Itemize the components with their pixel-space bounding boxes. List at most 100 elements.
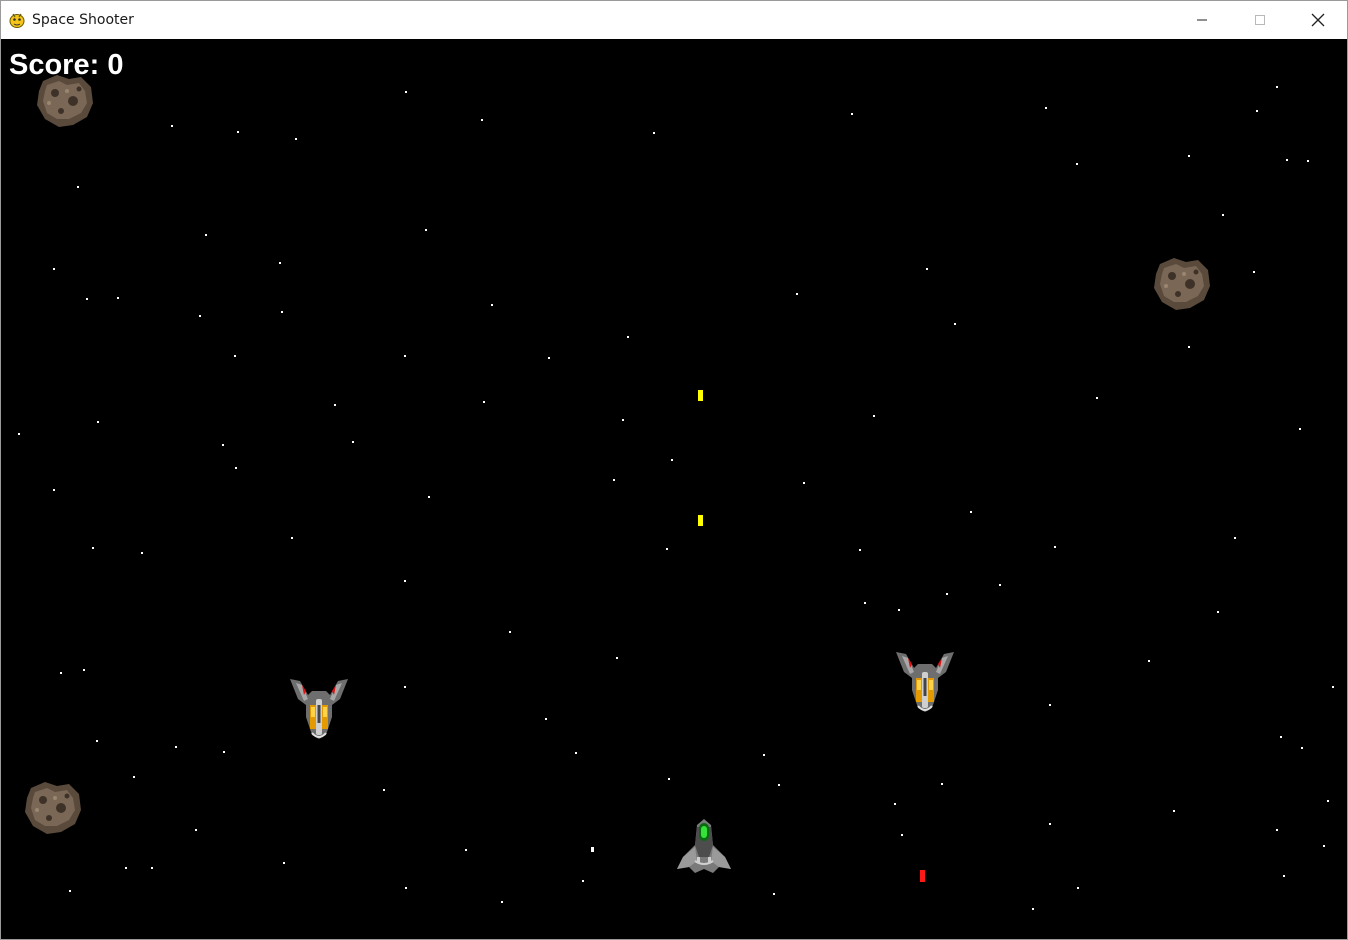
player-bullet (698, 515, 703, 526)
star (778, 784, 780, 786)
star (428, 496, 430, 498)
star (205, 234, 207, 236)
star (383, 789, 385, 791)
star (671, 459, 673, 461)
star (898, 609, 900, 611)
game-canvas[interactable]: Score: 0 (1, 39, 1347, 939)
star (1327, 800, 1329, 802)
player-bullet (698, 390, 703, 401)
star (60, 672, 62, 674)
star (763, 754, 765, 756)
star (481, 119, 483, 121)
star (1283, 875, 1285, 877)
star (465, 849, 467, 851)
star (171, 125, 173, 127)
title-bar[interactable]: Space Shooter (1, 1, 1347, 40)
star (283, 862, 285, 864)
score-label: Score: 0 (9, 49, 124, 81)
pygame-snake-icon (8, 11, 26, 29)
star (291, 537, 293, 539)
star (901, 834, 903, 836)
enemy-ship (896, 652, 954, 712)
star (175, 746, 177, 748)
star (279, 262, 281, 264)
star (894, 803, 896, 805)
star (199, 315, 201, 317)
window-controls (1173, 1, 1347, 39)
asteroid (25, 782, 81, 834)
star (1222, 214, 1224, 216)
close-button[interactable] (1289, 1, 1347, 39)
star (773, 893, 775, 895)
star (622, 419, 624, 421)
star (1032, 908, 1034, 910)
star (97, 421, 99, 423)
star (222, 444, 224, 446)
star (1049, 823, 1051, 825)
star (1286, 159, 1288, 161)
star (509, 631, 511, 633)
star (575, 752, 577, 754)
star (425, 229, 427, 231)
minimize-icon (1197, 19, 1207, 21)
star (616, 657, 618, 659)
star (295, 138, 297, 140)
maximize-icon (1255, 15, 1265, 25)
star (223, 751, 225, 753)
star (83, 669, 85, 671)
star (1323, 845, 1325, 847)
star (803, 482, 805, 484)
star (1299, 428, 1301, 430)
star (1188, 346, 1190, 348)
star (796, 293, 798, 295)
star (53, 268, 55, 270)
star (1077, 887, 1079, 889)
close-icon (1311, 13, 1325, 27)
star (1307, 160, 1309, 162)
star (1280, 736, 1282, 738)
star (1045, 107, 1047, 109)
star (653, 132, 655, 134)
enemy-ship (290, 679, 348, 739)
star (483, 401, 485, 403)
game-window: Space Shooter Score: 0 (0, 0, 1348, 940)
star (1188, 155, 1190, 157)
star (1173, 810, 1175, 812)
star (86, 298, 88, 300)
star (591, 847, 594, 852)
star (77, 186, 79, 188)
star (1253, 271, 1255, 273)
star (1054, 546, 1056, 548)
star (666, 548, 668, 550)
star (96, 740, 98, 742)
star (864, 602, 866, 604)
star (237, 131, 239, 133)
star (999, 584, 1001, 586)
star (548, 357, 550, 359)
star (545, 718, 547, 720)
star (92, 547, 94, 549)
star (1332, 686, 1334, 688)
star (235, 467, 237, 469)
star (926, 268, 928, 270)
star (1276, 829, 1278, 831)
window-title: Space Shooter (32, 12, 134, 28)
minimize-button[interactable] (1173, 1, 1231, 39)
enemy-bullet (920, 870, 925, 882)
star (1148, 660, 1150, 662)
star (1256, 110, 1258, 112)
maximize-button[interactable] (1231, 1, 1289, 39)
star (501, 901, 503, 903)
star (582, 880, 584, 882)
star (117, 297, 119, 299)
star (1217, 611, 1219, 613)
star (970, 511, 972, 513)
star (405, 887, 407, 889)
star (133, 776, 135, 778)
star (941, 783, 943, 785)
star (151, 867, 153, 869)
star (69, 890, 71, 892)
star (627, 336, 629, 338)
star (668, 778, 670, 780)
star (946, 593, 948, 595)
